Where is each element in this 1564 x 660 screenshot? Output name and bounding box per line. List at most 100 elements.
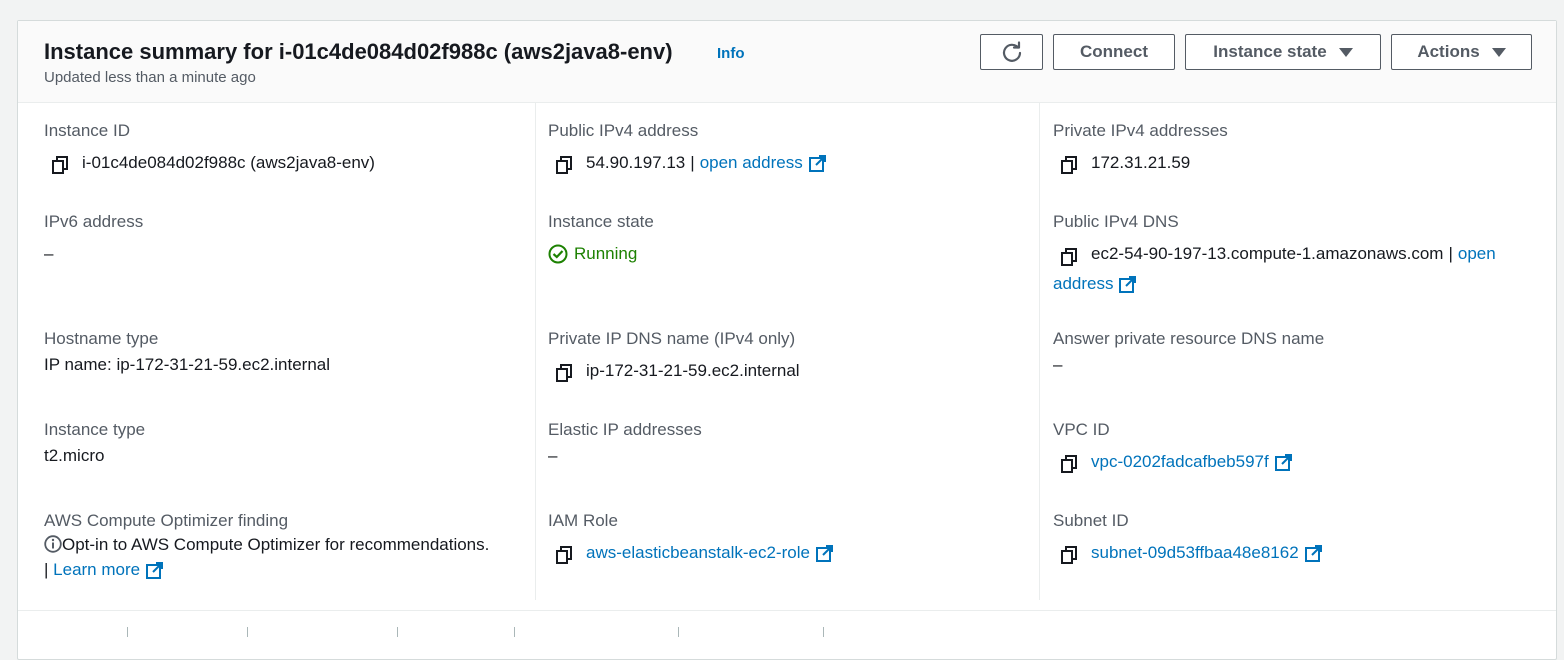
field-private-dns: Private IP DNS name (IPv4 only) ip-172-3… xyxy=(548,329,800,386)
field-value: Opt-in to AWS Compute Optimizer for reco… xyxy=(44,532,524,582)
elastic-ip-value: – xyxy=(548,446,558,465)
copy-icon[interactable] xyxy=(1061,154,1077,174)
separator: | xyxy=(1448,244,1453,263)
answer-dns-value: – xyxy=(1053,355,1063,374)
caret-down-icon xyxy=(1338,47,1353,57)
field-private-ipv4: Private IPv4 addresses 172.31.21.59 xyxy=(1053,121,1228,178)
external-link-icon[interactable] xyxy=(1119,276,1137,294)
vpc-id-link[interactable]: vpc-0202fadcafbeb597f xyxy=(1091,447,1269,477)
field-answer-dns: Answer private resource DNS name – xyxy=(1053,329,1324,380)
field-label: Public IPv4 address xyxy=(548,121,699,140)
field-iam-role: IAM Role aws-elasticbeanstalk-ec2-role xyxy=(548,511,833,568)
private-dns-value: ip-172-31-21-59.ec2.internal xyxy=(586,361,800,380)
field-label: Subnet ID xyxy=(1053,511,1129,530)
status-badge: Running xyxy=(548,239,654,269)
copy-icon[interactable] xyxy=(1061,246,1077,266)
copy-icon[interactable] xyxy=(1061,544,1077,564)
section-divider xyxy=(18,610,1556,611)
panel-header: Instance summary for i-01c4de084d02f988c… xyxy=(18,21,1556,103)
column-divider xyxy=(1039,103,1040,600)
tab-divider xyxy=(127,627,128,637)
tab-divider xyxy=(678,627,679,637)
refresh-icon xyxy=(1002,41,1021,62)
refresh-button[interactable] xyxy=(980,34,1043,70)
external-link-icon[interactable] xyxy=(146,562,164,580)
field-label: IPv6 address xyxy=(44,212,144,231)
field-label: Hostname type xyxy=(44,329,159,348)
external-link-icon[interactable] xyxy=(808,154,826,172)
field-label: Private IP DNS name (IPv4 only) xyxy=(548,329,796,348)
field-value: subnet-09d53ffbaa48e8162 xyxy=(1053,538,1322,568)
open-address-link[interactable]: open address xyxy=(700,148,803,178)
field-label: Elastic IP addresses xyxy=(548,420,702,439)
field-label: IAM Role xyxy=(548,511,618,530)
copy-icon[interactable] xyxy=(52,154,68,174)
hostname-type-value: IP name: ip-172-31-21-59.ec2.internal xyxy=(44,355,331,374)
copy-icon[interactable] xyxy=(1061,453,1077,473)
field-value: 54.90.197.13 | open address xyxy=(548,148,826,178)
info-icon xyxy=(44,535,62,553)
private-ipv4-value: 172.31.21.59 xyxy=(1091,153,1191,172)
field-value: aws-elasticbeanstalk-ec2-role xyxy=(548,538,833,568)
field-value: ip-172-31-21-59.ec2.internal xyxy=(548,356,800,386)
field-value: 172.31.21.59 xyxy=(1053,148,1228,178)
instance-type-value: t2.micro xyxy=(44,446,105,465)
open-address-link[interactable]: address xyxy=(1053,274,1113,293)
field-subnet-id: Subnet ID subnet-09d53ffbaa48e8162 xyxy=(1053,511,1322,568)
column-divider xyxy=(535,103,536,600)
field-hostname-type: Hostname type IP name: ip-172-31-21-59.e… xyxy=(44,329,330,380)
external-link-icon[interactable] xyxy=(815,544,833,562)
field-instance-id: Instance ID i-01c4de084d02f988c (aws2jav… xyxy=(44,121,375,178)
instance-state-label: Instance state xyxy=(1213,42,1327,61)
field-public-ipv4: Public IPv4 address 54.90.197.13 | open … xyxy=(548,121,826,178)
field-value: vpc-0202fadcafbeb597f xyxy=(1053,447,1292,477)
info-link[interactable]: Info xyxy=(717,45,745,62)
field-label: Instance ID xyxy=(44,121,130,140)
field-label: Public IPv4 DNS xyxy=(1053,212,1179,231)
ipv6-value: – xyxy=(44,244,54,263)
field-label: AWS Compute Optimizer finding xyxy=(44,511,289,530)
copy-icon[interactable] xyxy=(556,544,572,564)
copy-icon[interactable] xyxy=(556,154,572,174)
tab-divider xyxy=(247,627,248,637)
connect-button[interactable]: Connect xyxy=(1053,34,1175,70)
field-vpc-id: VPC ID vpc-0202fadcafbeb597f xyxy=(1053,420,1292,477)
public-ipv4-value: 54.90.197.13 xyxy=(586,153,686,172)
field-value: ec2-54-90-197-13.compute-1.amazonaws.com… xyxy=(1053,239,1533,299)
connect-label: Connect xyxy=(1080,42,1148,61)
field-instance-state: Instance state Running xyxy=(548,212,654,269)
actions-label: Actions xyxy=(1417,42,1480,61)
iam-role-link[interactable]: aws-elasticbeanstalk-ec2-role xyxy=(586,538,810,568)
optimizer-message: Opt-in to AWS Compute Optimizer for reco… xyxy=(62,535,490,554)
field-label: Instance state xyxy=(548,212,654,231)
page-title: Instance summary for i-01c4de084d02f988c… xyxy=(44,39,673,64)
open-address-link[interactable]: open xyxy=(1458,244,1496,263)
instance-summary-panel: Instance summary for i-01c4de084d02f988c… xyxy=(17,20,1557,660)
instance-state-dropdown[interactable]: Instance state xyxy=(1185,34,1381,70)
external-link-icon[interactable] xyxy=(1304,544,1322,562)
tab-divider xyxy=(397,627,398,637)
tab-divider xyxy=(823,627,824,637)
external-link-icon[interactable] xyxy=(1274,453,1292,471)
subnet-id-link[interactable]: subnet-09d53ffbaa48e8162 xyxy=(1091,538,1299,568)
learn-more-link[interactable]: Learn more xyxy=(53,560,140,579)
copy-icon[interactable] xyxy=(556,362,572,382)
field-label: Answer private resource DNS name xyxy=(1053,329,1325,348)
field-public-dns: Public IPv4 DNS ec2-54-90-197-13.compute… xyxy=(1053,212,1533,299)
actions-dropdown[interactable]: Actions xyxy=(1391,34,1532,70)
field-elastic-ip: Elastic IP addresses – xyxy=(548,420,702,471)
instance-state-value: Running xyxy=(574,244,638,263)
check-circle-icon xyxy=(548,244,568,264)
caret-down-icon xyxy=(1491,47,1506,57)
field-label: VPC ID xyxy=(1053,420,1110,439)
field-optimizer: AWS Compute Optimizer finding Opt-in to … xyxy=(44,511,524,582)
public-dns-value: ec2-54-90-197-13.compute-1.amazonaws.com xyxy=(1091,244,1444,263)
separator: | xyxy=(690,153,695,172)
updated-status: Updated less than a minute ago xyxy=(44,69,256,86)
field-instance-type: Instance type t2.micro xyxy=(44,420,145,471)
field-label: Private IPv4 addresses xyxy=(1053,121,1228,140)
tab-divider xyxy=(514,627,515,637)
field-value: i-01c4de084d02f988c (aws2java8-env) xyxy=(44,148,375,178)
field-label: Instance type xyxy=(44,420,146,439)
field-ipv6: IPv6 address – xyxy=(44,212,143,269)
